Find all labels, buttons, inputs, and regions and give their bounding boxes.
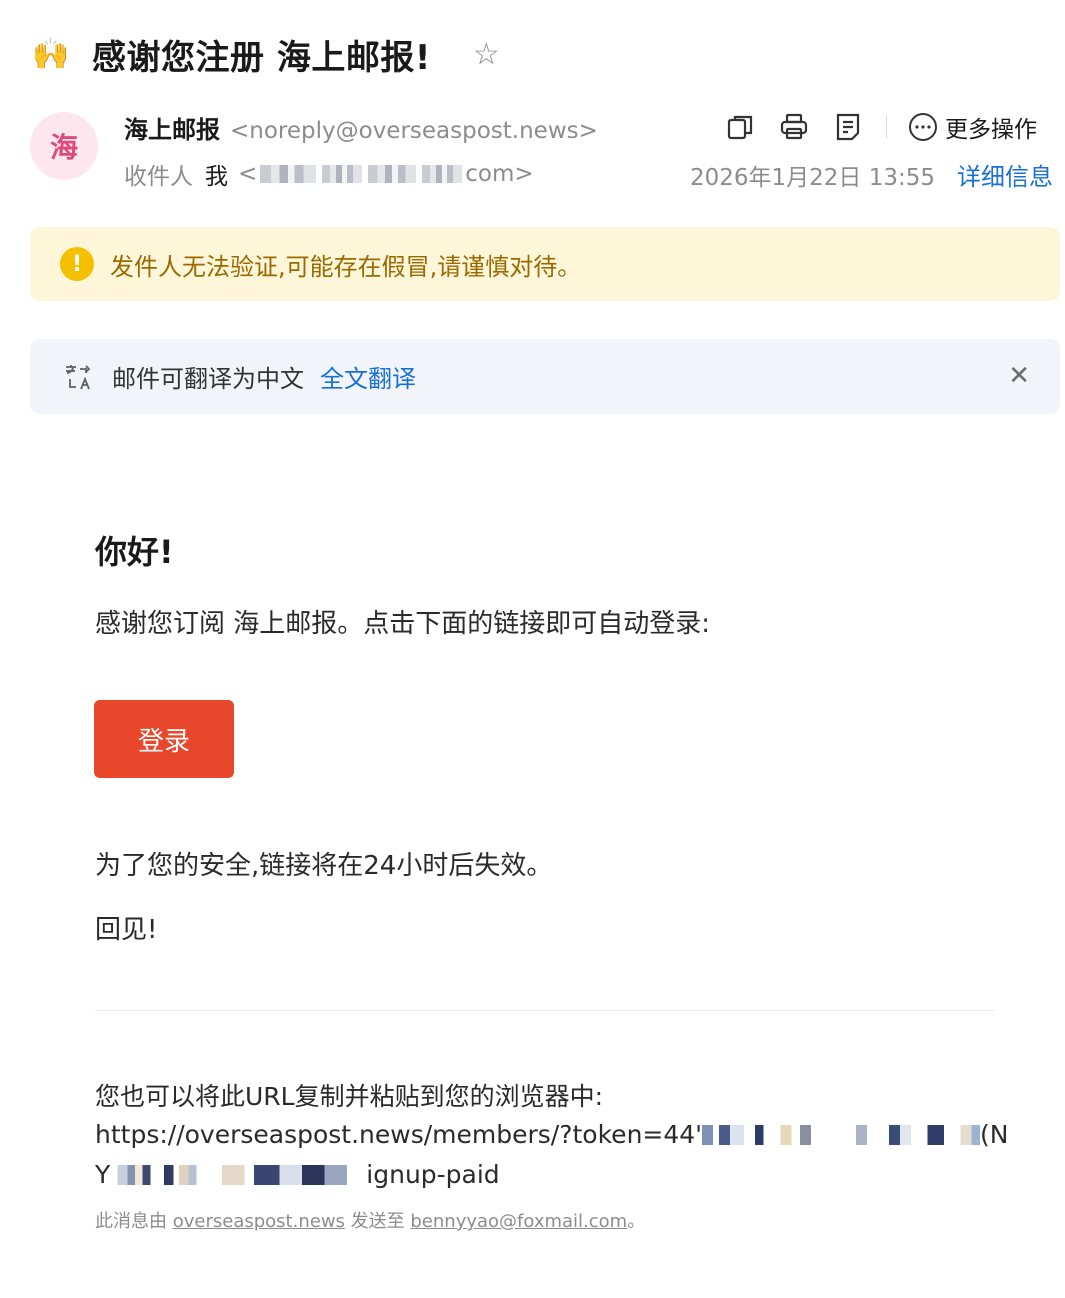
more-actions-label: 更多操作 xyxy=(945,117,1037,143)
footer-note: 此消息由 overseaspost.news 发送至 bennyyao@foxm… xyxy=(95,1207,645,1233)
sender-avatar[interactable]: 海 xyxy=(30,112,98,180)
url-line2-prefix: Y xyxy=(95,1160,111,1189)
sender-warning-banner: ! 发件人无法验证,可能存在假冒,请谨慎对待。 xyxy=(30,227,1060,301)
close-icon[interactable]: ✕ xyxy=(1008,361,1030,391)
recipient-address: < com> xyxy=(238,161,534,187)
warning-icon: ! xyxy=(60,247,94,281)
translate-icon xyxy=(62,361,94,393)
recipient-line: 收件人 我 < com> xyxy=(124,157,534,191)
footer-suffix: 。 xyxy=(627,1211,646,1232)
divider xyxy=(95,1010,995,1011)
date-line: 2026年1月22日 13:55 详细信息 xyxy=(690,157,1053,192)
login-url-line-2[interactable]: Y ignup-paid xyxy=(95,1160,500,1189)
body-signoff: 回见! xyxy=(95,915,158,945)
redacted-block xyxy=(110,1164,207,1185)
email-date: 2026年1月22日 13:55 xyxy=(689,164,935,191)
toolbar-divider xyxy=(886,116,887,138)
more-dots-icon xyxy=(907,111,939,143)
raised-hands-icon: 🙌 xyxy=(32,36,70,72)
url-intro: 您也可以将此URL复制并粘贴到您的浏览器中: xyxy=(95,1082,604,1111)
sender-email: <noreply@overseaspost.news> xyxy=(230,118,598,144)
redacted-block xyxy=(422,165,463,183)
body-intro: 感谢您订阅 海上邮报。点击下面的链接即可自动登录: xyxy=(95,609,711,639)
more-actions-button[interactable]: 更多操作 xyxy=(907,110,1037,144)
translate-banner: 邮件可翻译为中文 全文翻译 ✕ xyxy=(30,339,1060,414)
redacted-block xyxy=(702,1124,843,1145)
full-translate-link[interactable]: 全文翻译 xyxy=(320,359,416,394)
sender-name[interactable]: 海上邮报 xyxy=(124,110,220,145)
details-link[interactable]: 详细信息 xyxy=(957,157,1053,192)
url-prefix: https://overseaspost.news/members/?token… xyxy=(95,1120,703,1149)
redacted-block xyxy=(206,1164,367,1185)
translate-text: 邮件可翻译为中文 xyxy=(112,365,304,393)
email-subject: 感谢您注册 海上邮报! xyxy=(92,37,431,78)
url-line1-suffix: (N xyxy=(980,1120,1009,1149)
login-button[interactable]: 登录 xyxy=(94,700,234,778)
greeting: 你好! xyxy=(95,533,174,571)
redacted-block xyxy=(368,165,417,183)
redacted-block xyxy=(842,1124,981,1145)
url-line2-suffix: ignup-paid xyxy=(366,1160,500,1189)
recipient-label: 收件人 xyxy=(124,164,193,190)
email-subject-row: 🙌 感谢您注册 海上邮报! ☆ xyxy=(32,28,500,80)
footer-domain-link[interactable]: overseaspost.news xyxy=(173,1211,345,1232)
email-toolbar: 更多操作 xyxy=(724,108,1037,146)
footer-prefix: 此消息由 xyxy=(95,1211,173,1232)
sender-line: 海上邮报 <noreply@overseaspost.news> xyxy=(124,110,598,145)
recipient-addr-suffix: com> xyxy=(465,161,534,187)
warning-text: 发件人无法验证,可能存在假冒,请谨慎对待。 xyxy=(110,252,582,281)
footer-middle: 发送至 xyxy=(344,1211,411,1232)
footer-recipient-link[interactable]: bennyyao@foxmail.com xyxy=(410,1211,627,1232)
print-icon[interactable] xyxy=(778,111,810,143)
body-expiry-note: 为了您的安全,链接将在24小时后失效。 xyxy=(95,851,553,881)
open-in-new-window-icon[interactable] xyxy=(724,111,756,143)
note-icon[interactable] xyxy=(832,111,864,143)
recipient-name[interactable]: 我 xyxy=(205,157,228,191)
redacted-block xyxy=(260,165,317,183)
login-url-line-1[interactable]: https://overseaspost.news/members/?token… xyxy=(95,1120,1009,1149)
recipient-addr-prefix: < xyxy=(238,161,258,187)
star-icon[interactable]: ☆ xyxy=(473,37,500,72)
redacted-block xyxy=(322,165,363,183)
